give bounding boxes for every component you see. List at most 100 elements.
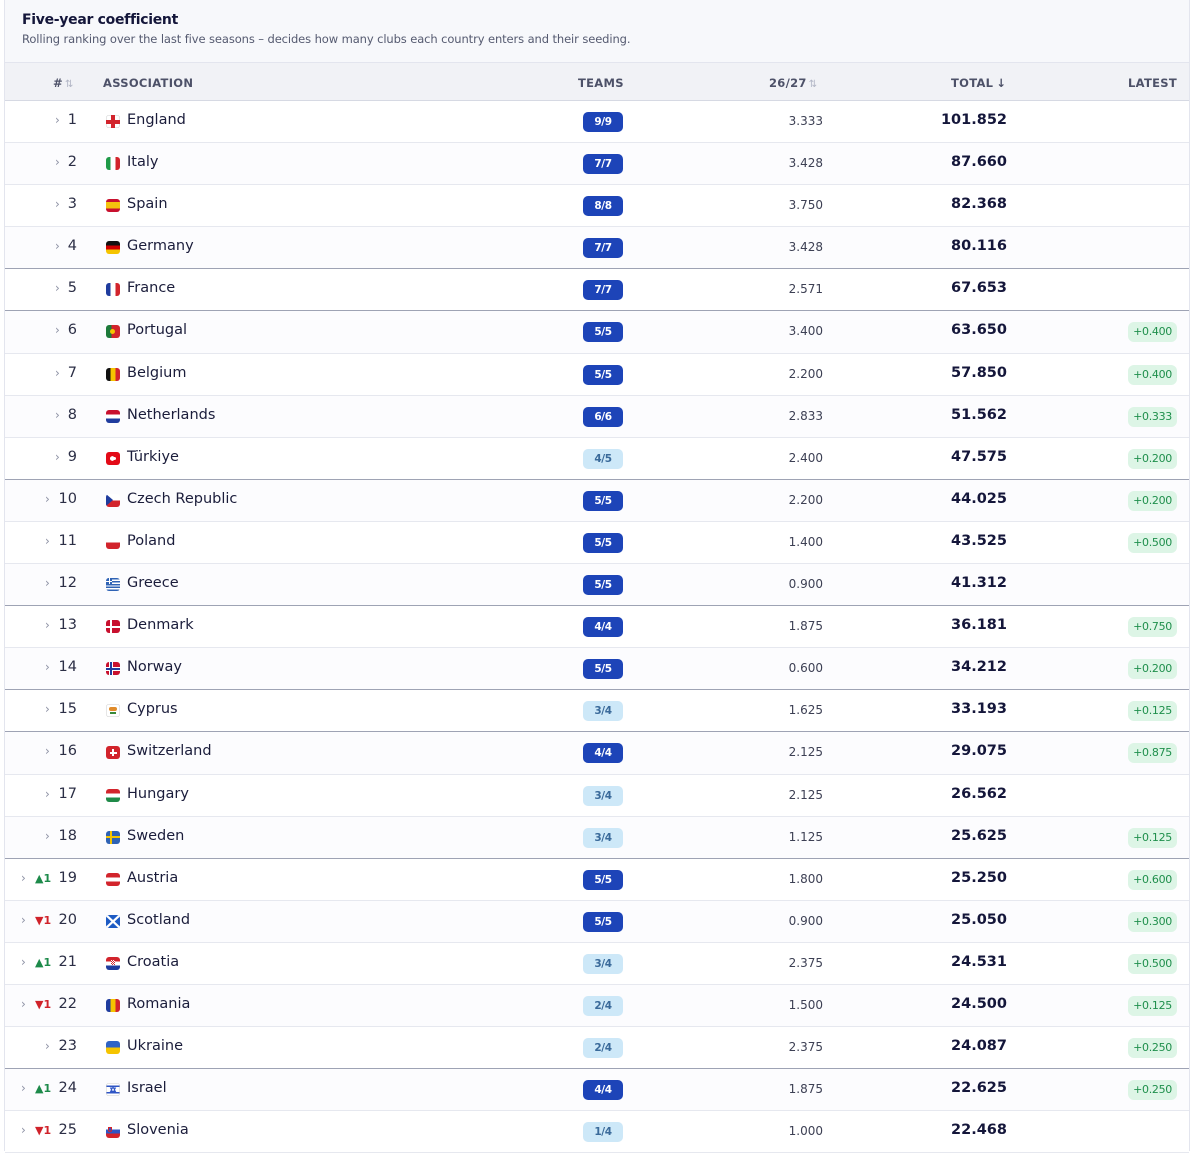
- chevron-right-icon[interactable]: ›: [55, 366, 60, 380]
- latest-change-badge: +0.250: [1128, 1080, 1177, 1101]
- chevron-right-icon[interactable]: ›: [21, 1123, 26, 1137]
- chevron-right-icon[interactable]: ›: [45, 702, 50, 716]
- table-row[interactable]: › 1 England 9/9 3.333 101.852: [5, 101, 1189, 144]
- belgium-flag-icon: [106, 367, 120, 381]
- season-coefficient: 1.875: [788, 619, 823, 634]
- association-name[interactable]: Switzerland: [127, 743, 212, 759]
- table-row[interactable]: › 23 Ukraine 2/4 2.375 24.087 +0.250: [5, 1027, 1189, 1070]
- table-row[interactable]: › 11 Poland 5/5 1.400 43.525 +0.500: [5, 522, 1189, 565]
- association-name[interactable]: Ukraine: [127, 1038, 183, 1054]
- chevron-right-icon[interactable]: ›: [45, 660, 50, 674]
- table-row[interactable]: › 3 Spain 8/8 3.750 82.368: [5, 185, 1189, 228]
- table-row[interactable]: › 14 Norway 5/5 0.600 34.212 +0.200: [5, 648, 1189, 691]
- total-coefficient: 63.650: [951, 322, 1007, 339]
- association-name[interactable]: Hungary: [127, 786, 189, 802]
- latest-change-badge: +0.125: [1128, 827, 1177, 848]
- association-name[interactable]: Slovenia: [127, 1122, 189, 1138]
- chevron-right-icon[interactable]: ›: [45, 492, 50, 506]
- table-row[interactable]: › ▲1 24 Israel 4/4 1.875 22.625 +0.250: [5, 1069, 1189, 1112]
- association-name[interactable]: Scotland: [127, 912, 190, 928]
- table-row[interactable]: › 4 Germany 7/7 3.428 80.116: [5, 227, 1189, 270]
- chevron-right-icon[interactable]: ›: [45, 829, 50, 843]
- association-name[interactable]: Greece: [127, 575, 179, 591]
- table-row[interactable]: › ▼1 22 Romania 2/4 1.500 24.500 +0.125: [5, 984, 1189, 1028]
- table-row[interactable]: › ▲1 21 Croatia 3/4 2.375 24.531 +0.500: [5, 943, 1189, 985]
- chevron-right-icon[interactable]: ›: [21, 955, 26, 969]
- teams-badge: 6/6: [583, 406, 623, 427]
- association-name[interactable]: Sweden: [127, 828, 184, 844]
- chevron-right-icon[interactable]: ›: [45, 787, 50, 801]
- association-name[interactable]: Italy: [127, 154, 158, 170]
- chevron-right-icon[interactable]: ›: [21, 913, 26, 927]
- association-name[interactable]: Czech Republic: [127, 491, 237, 507]
- association-name[interactable]: Spain: [127, 196, 168, 212]
- chevron-right-icon[interactable]: ›: [55, 323, 60, 337]
- association-name[interactable]: Türkiye: [127, 449, 179, 465]
- chevron-right-icon[interactable]: ›: [45, 618, 50, 632]
- association-name[interactable]: Austria: [127, 870, 178, 886]
- association-name[interactable]: Croatia: [127, 954, 179, 970]
- association-name[interactable]: Poland: [127, 533, 175, 549]
- chevron-right-icon[interactable]: ›: [55, 450, 60, 464]
- rank-number: 8: [67, 406, 77, 423]
- chevron-right-icon[interactable]: ›: [55, 281, 60, 295]
- table-row[interactable]: › ▼1 20 Scotland 5/5 0.900 25.050 +0.300: [5, 900, 1189, 943]
- total-coefficient: 25.625: [951, 827, 1007, 844]
- chevron-right-icon[interactable]: ›: [45, 1039, 50, 1053]
- table-row[interactable]: › 8 Netherlands 6/6 2.833 51.562 +0.333: [5, 395, 1189, 438]
- association-name[interactable]: Germany: [127, 238, 194, 254]
- table-row[interactable]: › 12 Greece 5/5 0.900 41.312: [5, 564, 1189, 607]
- table-row[interactable]: › ▼1 25 Slovenia 1/4 1.000 22.468: [5, 1111, 1189, 1153]
- denmark-flag-icon: [106, 620, 120, 634]
- sort-desc-icon: ↓: [996, 76, 1007, 90]
- latest-change-badge: +0.500: [1128, 532, 1177, 553]
- chevron-right-icon[interactable]: ›: [45, 576, 50, 590]
- chevron-right-icon[interactable]: ›: [21, 1081, 26, 1095]
- table-row[interactable]: › 15 Cyprus 3/4 1.625 33.193 +0.125: [5, 690, 1189, 733]
- table-row[interactable]: › 6 Portugal 5/5 3.400 63.650 +0.400: [5, 311, 1189, 354]
- total-coefficient: 43.525: [951, 532, 1007, 549]
- table-row[interactable]: › 5 France 7/7 2.571 67.653: [5, 269, 1189, 312]
- table-row[interactable]: › 2 Italy 7/7 3.428 87.660: [5, 143, 1189, 186]
- association-name[interactable]: Israel: [127, 1080, 167, 1096]
- association-name[interactable]: Denmark: [127, 617, 194, 633]
- table-row[interactable]: › 17 Hungary 3/4 2.125 26.562: [5, 775, 1189, 817]
- column-total[interactable]: TOTAL ↓: [951, 76, 1006, 90]
- season-coefficient: 1.000: [788, 1124, 823, 1139]
- chevron-right-icon[interactable]: ›: [45, 534, 50, 548]
- table-row[interactable]: › 16 Switzerland 4/4 2.125 29.075 +0.875: [5, 732, 1189, 775]
- association-name[interactable]: Belgium: [127, 365, 186, 381]
- association-name[interactable]: France: [127, 280, 175, 296]
- table-row[interactable]: › 10 Czech Republic 5/5 2.200 44.025 +0.…: [5, 479, 1189, 522]
- season-coefficient: 3.750: [788, 198, 823, 213]
- table-row[interactable]: › 18 Sweden 3/4 1.125 25.625 +0.125: [5, 816, 1189, 859]
- table-row[interactable]: › 7 Belgium 5/5 2.200 57.850 +0.400: [5, 354, 1189, 396]
- rank-number: 14: [58, 659, 77, 676]
- table-row[interactable]: › ▲1 19 Austria 5/5 1.800 25.250 +0.600: [5, 859, 1189, 901]
- association-name[interactable]: Cyprus: [127, 701, 178, 717]
- chevron-right-icon[interactable]: ›: [45, 744, 50, 758]
- table-row[interactable]: › 9 Türkiye 4/5 2.400 47.575 +0.200: [5, 438, 1189, 480]
- chevron-right-icon[interactable]: ›: [55, 197, 60, 211]
- association-name[interactable]: England: [127, 112, 186, 128]
- season-coefficient: 1.500: [788, 997, 823, 1012]
- chevron-right-icon[interactable]: ›: [21, 997, 26, 1011]
- chevron-right-icon[interactable]: ›: [55, 155, 60, 169]
- association-name[interactable]: Romania: [127, 996, 190, 1012]
- association-name[interactable]: Norway: [127, 659, 182, 675]
- column-latest: LATEST: [1128, 76, 1177, 90]
- season-coefficient: 2.833: [788, 408, 823, 423]
- association-name[interactable]: Portugal: [127, 322, 187, 338]
- column-season[interactable]: 26/27 ⇅: [769, 76, 817, 90]
- chevron-right-icon[interactable]: ›: [21, 871, 26, 885]
- chevron-right-icon[interactable]: ›: [55, 113, 60, 127]
- teams-badge: 4/4: [583, 1080, 623, 1101]
- total-coefficient: 41.312: [951, 575, 1007, 592]
- table-row[interactable]: › 13 Denmark 4/4 1.875 36.181 +0.750: [5, 606, 1189, 649]
- rank-down-indicator: ▼1: [35, 913, 52, 927]
- chevron-right-icon[interactable]: ›: [55, 239, 60, 253]
- association-name[interactable]: Netherlands: [127, 407, 215, 423]
- chevron-right-icon[interactable]: ›: [55, 408, 60, 422]
- column-rank[interactable]: # ⇅: [53, 76, 74, 90]
- season-coefficient: 3.428: [788, 240, 823, 255]
